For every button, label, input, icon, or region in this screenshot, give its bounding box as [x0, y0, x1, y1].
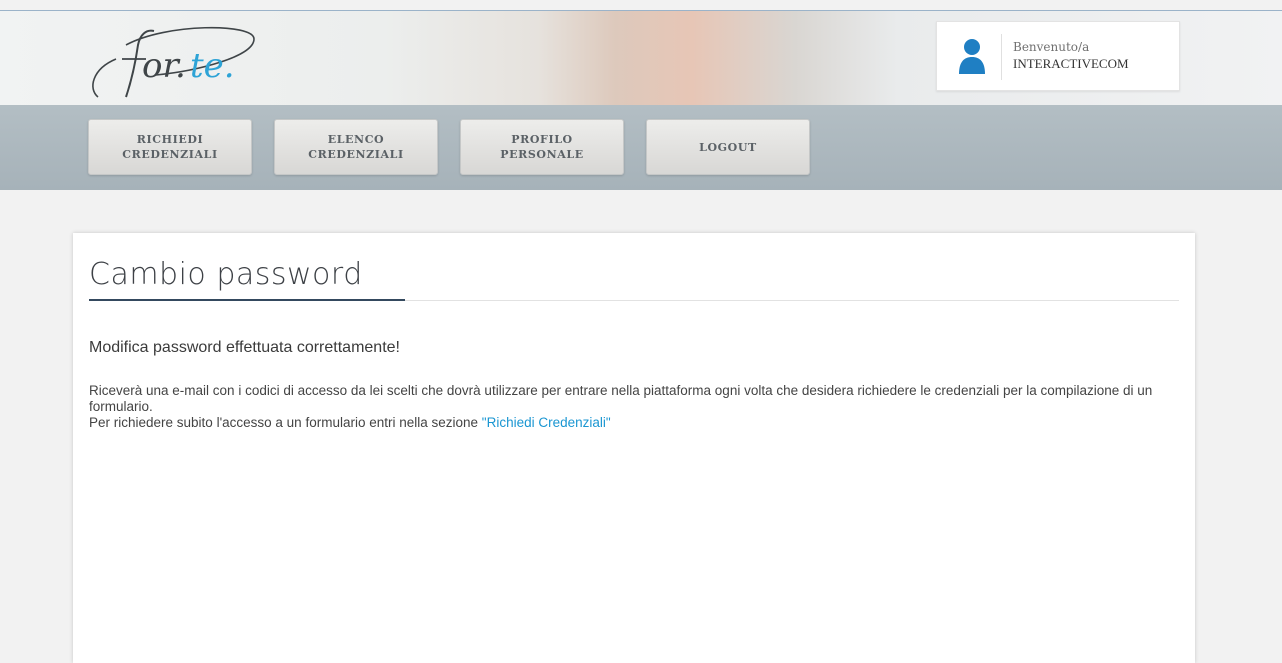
info-paragraph-2: Per richiedere subito l'accesso a un for… — [89, 415, 1179, 431]
user-icon — [957, 38, 987, 76]
nav-profilo-personale-button[interactable]: PROFILO PERSONALE — [460, 119, 624, 175]
header-banner: or. te. Benvenuto/a INTERACTIVECOM — [0, 11, 1282, 105]
content-card: Cambio password Modifica password effett… — [73, 233, 1195, 663]
forte-logo[interactable]: or. te. — [86, 19, 276, 101]
success-message: Modifica password effettuata correttamen… — [89, 339, 400, 356]
page-title: Cambio password — [89, 257, 363, 292]
user-welcome-box: Benvenuto/a INTERACTIVECOM — [936, 21, 1180, 91]
user-box-divider — [1001, 34, 1002, 80]
info-paragraph: Riceverà una e-mail con i codici di acce… — [89, 383, 1153, 414]
svg-text:te.: te. — [190, 46, 235, 86]
welcome-label: Benvenuto/a — [1013, 40, 1090, 54]
nav-elenco-credenziali-button[interactable]: ELENCO CREDENZIALI — [274, 119, 438, 175]
nav-richiedi-credenziali-button[interactable]: RICHIEDI CREDENZIALI — [88, 119, 252, 175]
richiedi-credenziali-link[interactable]: "Richiedi Credenziali" — [482, 415, 611, 430]
info-prefix-text: Per richiedere subito l'accesso a un for… — [89, 415, 482, 430]
main-navigation: RICHIEDI CREDENZIALI ELENCO CREDENZIALI … — [0, 105, 1282, 190]
info-text: Riceverà una e-mail con i codici di acce… — [89, 383, 1179, 431]
nav-logout-button[interactable]: LOGOUT — [646, 119, 810, 175]
title-underline — [89, 299, 405, 301]
username-label: INTERACTIVECOM — [1013, 56, 1129, 71]
svg-text:or.: or. — [142, 46, 186, 86]
